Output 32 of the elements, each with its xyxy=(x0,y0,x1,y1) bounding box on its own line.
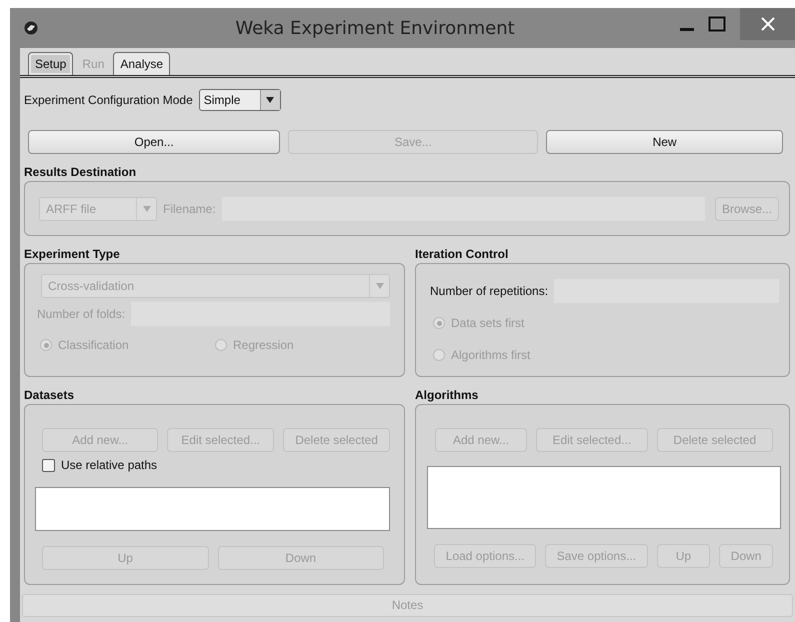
button[interactable]: New xyxy=(546,130,783,154)
notes-button[interactable]: Notes xyxy=(22,594,793,617)
checkbox-label: Use relative paths xyxy=(61,457,158,474)
radio-label: Data sets first xyxy=(451,315,524,332)
close-icon xyxy=(760,17,774,31)
config-mode-label: Experiment Configuration Mode xyxy=(24,92,193,109)
folds-label: Number of folds: xyxy=(37,306,126,323)
radio-label: Regression xyxy=(233,337,294,354)
button[interactable]: Open... xyxy=(28,130,280,154)
section-title: Datasets xyxy=(23,388,76,402)
caret-icon xyxy=(142,206,150,212)
caret-icon xyxy=(266,97,274,103)
section-title: Algorithms xyxy=(414,388,480,402)
close-button[interactable] xyxy=(740,8,795,40)
repetitions-label: Number of repetitions: xyxy=(430,283,548,300)
tab[interactable]: Setup xyxy=(28,52,74,75)
filename-label: Filename: xyxy=(163,200,216,218)
dataset-list[interactable] xyxy=(35,487,390,531)
section-title: Experiment Type xyxy=(23,247,121,261)
tab[interactable]: Analyse xyxy=(113,52,170,75)
app-icon xyxy=(24,21,38,35)
algorithm-list[interactable] xyxy=(427,466,781,529)
checkbox[interactable] xyxy=(42,458,55,472)
radio-label: Classification xyxy=(58,337,129,354)
minimize-icon xyxy=(680,28,694,30)
section-title: Results Destination xyxy=(23,165,138,179)
window-title: Weka Experiment Environment xyxy=(234,16,516,40)
section-title: Iteration Control xyxy=(414,247,510,261)
caret-icon xyxy=(376,283,384,289)
maximize-icon xyxy=(708,16,726,32)
mode-dropdown[interactable]: Simple xyxy=(198,89,281,111)
radio-label: Algorithms first xyxy=(451,347,530,364)
